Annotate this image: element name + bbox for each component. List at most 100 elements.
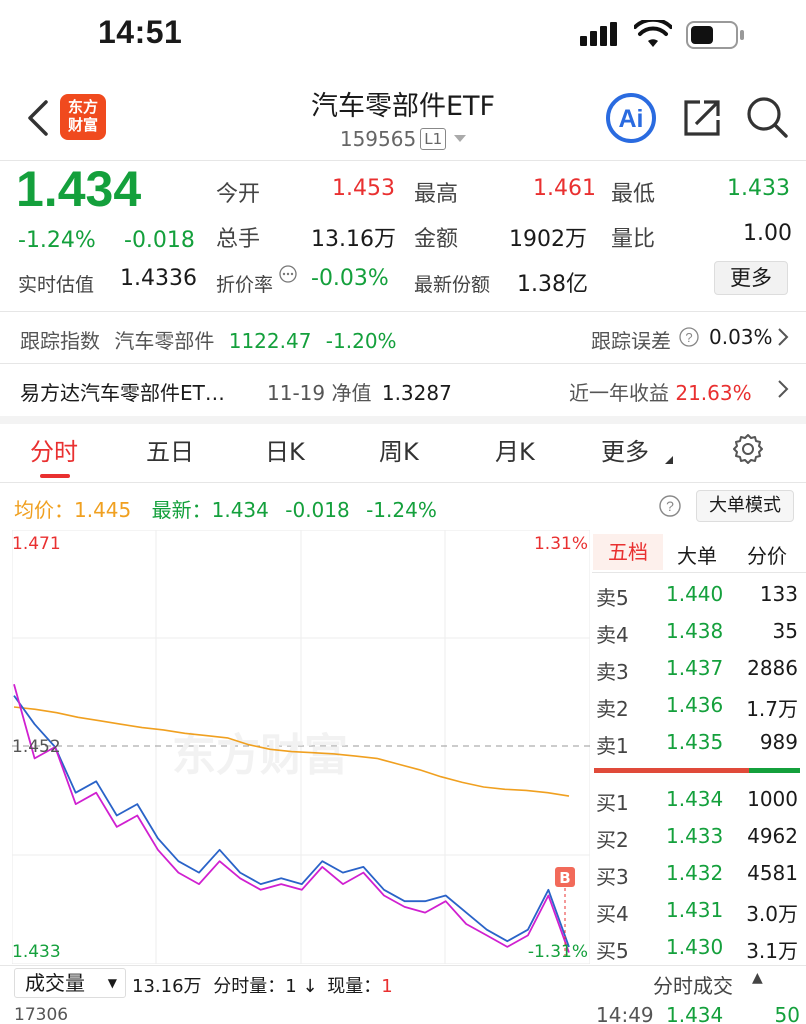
trade-time: 14:49 (596, 1003, 654, 1024)
volume-axis-max: 17306 (14, 1005, 69, 1024)
level-label: 卖3 (596, 660, 629, 684)
share-icon[interactable] (680, 96, 724, 140)
level-price: 1.430 (666, 935, 724, 959)
ask-row[interactable]: 卖4 1.438 35 (596, 619, 802, 647)
tab-monthly-k[interactable]: 月K (495, 432, 535, 467)
current-price: 1.434 (16, 161, 142, 217)
divider (0, 482, 806, 483)
more-button[interactable]: 更多 (714, 261, 788, 295)
battery-icon (686, 21, 744, 49)
level-price: 1.436 (666, 693, 724, 717)
y-min-label: 1.433 (12, 942, 61, 962)
level-price: 1.438 (666, 619, 724, 643)
cellular-signal-icon (580, 22, 617, 46)
svg-text:Ai: Ai (619, 105, 644, 133)
orderbook-tab-big-orders[interactable]: 大单 (677, 540, 717, 569)
bid-row[interactable]: 买2 1.433 4962 (596, 824, 802, 852)
help-icon[interactable]: ? (658, 494, 682, 518)
shares-value: 1.38亿 (517, 272, 588, 297)
bid-row[interactable]: 买1 1.434 1000 (596, 787, 802, 815)
bid-row[interactable]: 买4 1.431 3.0万 (596, 898, 802, 926)
search-icon[interactable] (744, 94, 790, 140)
trade-price: 1.434 (666, 1003, 724, 1024)
amount-label: 金额 (414, 227, 459, 252)
ask-row[interactable]: 卖5 1.440 133 (596, 582, 802, 610)
divider (0, 363, 806, 364)
orderbook-tab-five-levels[interactable]: 五档 (593, 534, 663, 570)
level-price: 1.434 (666, 787, 724, 811)
ask-row[interactable]: 卖3 1.437 2886 (596, 656, 802, 684)
fund-nav: 11-19 净值 1.3287 (267, 377, 452, 406)
level-badge: L1 (420, 128, 447, 150)
level-label: 买4 (596, 902, 629, 926)
big-order-mode-button[interactable]: 大单模式 (696, 490, 794, 522)
indicator-select[interactable]: 成交量 ▼ (14, 968, 126, 998)
volume-summary: 13.16万 分时量：1 ↓ 现量：1 (132, 972, 393, 998)
intraday-chart[interactable]: 东方财富 B 1.471 1.31% 1.452 1.433 -1.31% (12, 530, 590, 964)
chart-legend: 均价：1.445 最新：1.434 -0.018 -1.24% (14, 494, 437, 523)
level-price: 1.437 (666, 656, 724, 680)
trade-row: 14:49 1.434 50 (596, 1003, 806, 1024)
amount-value: 1902万 (509, 227, 587, 252)
tab-daily-k[interactable]: 日K (265, 432, 305, 467)
shares-label: 最新份额 (414, 274, 491, 296)
discount-value: -0.03% (311, 266, 389, 291)
tick-volume-label: 分时量： (213, 976, 286, 997)
chevron-right-icon[interactable] (776, 327, 790, 347)
current-volume-label: 现量： (327, 976, 382, 997)
ask-row[interactable]: 卖2 1.436 1.7万 (596, 693, 802, 721)
level-label: 卖1 (596, 734, 629, 758)
bid-row[interactable]: 买5 1.430 3.1万 (596, 935, 802, 963)
change-percent: -1.24% (18, 228, 96, 253)
level-label: 买5 (596, 939, 629, 963)
ask-row[interactable]: 卖1 1.435 989 (596, 730, 802, 758)
fund-name[interactable]: 易方达汽车零部件ET… (20, 377, 225, 406)
level-qty: 4581 (747, 861, 798, 885)
iopv-label: 实时估值 (18, 274, 95, 296)
divider (0, 965, 806, 966)
level-price: 1.433 (666, 824, 724, 848)
high-value: 1.461 (533, 176, 596, 201)
level-qty: 1.7万 (746, 697, 798, 721)
corner-triangle-icon (665, 456, 673, 464)
fund-nav-label: 11-19 净值 (267, 381, 372, 405)
level-qty: 2886 (747, 656, 798, 680)
tracking-error-label: 跟踪误差 (591, 329, 671, 353)
volume-label: 总手 (216, 227, 261, 252)
ai-icon[interactable]: Ai (602, 92, 660, 144)
tracking-index-value: 1122.47 (228, 329, 312, 353)
tab-five-day[interactable]: 五日 (146, 432, 194, 467)
dropdown-arrow-icon: ▼ (107, 976, 117, 990)
orderbook-tab-price-dist[interactable]: 分价 (747, 540, 787, 569)
level-price: 1.440 (666, 582, 724, 606)
tab-more[interactable]: 更多 (601, 432, 649, 467)
pct-max-label: 1.31% (534, 534, 588, 554)
volume-ratio-label: 量比 (611, 227, 656, 252)
chevron-right-icon[interactable] (776, 379, 790, 399)
volume-ratio-value: 1.00 (743, 221, 792, 246)
change-amount: -0.018 (124, 228, 195, 253)
sort-up-icon: ▲ (752, 970, 763, 986)
level-qty: 3.1万 (746, 939, 798, 963)
info-dots-icon[interactable] (279, 265, 297, 283)
volume-value: 13.16万 (311, 227, 396, 252)
caret-down-icon (454, 135, 467, 142)
tab-intraday[interactable]: 分时 (30, 432, 78, 467)
latest-label: 最新： (151, 498, 212, 522)
level-label: 买3 (596, 865, 629, 889)
bid-row[interactable]: 买3 1.432 4581 (596, 861, 802, 889)
open-label: 今开 (216, 182, 261, 207)
y-mid-label: 1.452 (12, 737, 61, 757)
tab-weekly-k[interactable]: 周K (379, 432, 419, 467)
discount-label: 折价率 (216, 274, 274, 296)
fund-return[interactable]: 近一年收益 21.63% (569, 377, 752, 406)
settings-gear-icon[interactable] (732, 433, 764, 465)
trade-qty: 50 (774, 1003, 800, 1024)
security-code: 159565 (339, 127, 417, 151)
iopv-value: 1.4336 (120, 266, 197, 291)
level-label: 卖4 (596, 623, 629, 647)
latest-value: 1.434 (211, 498, 269, 522)
help-icon[interactable]: ? (679, 327, 699, 347)
trades-header[interactable]: 分时成交 (653, 970, 733, 999)
buy-sell-ratio-bar (594, 768, 800, 773)
